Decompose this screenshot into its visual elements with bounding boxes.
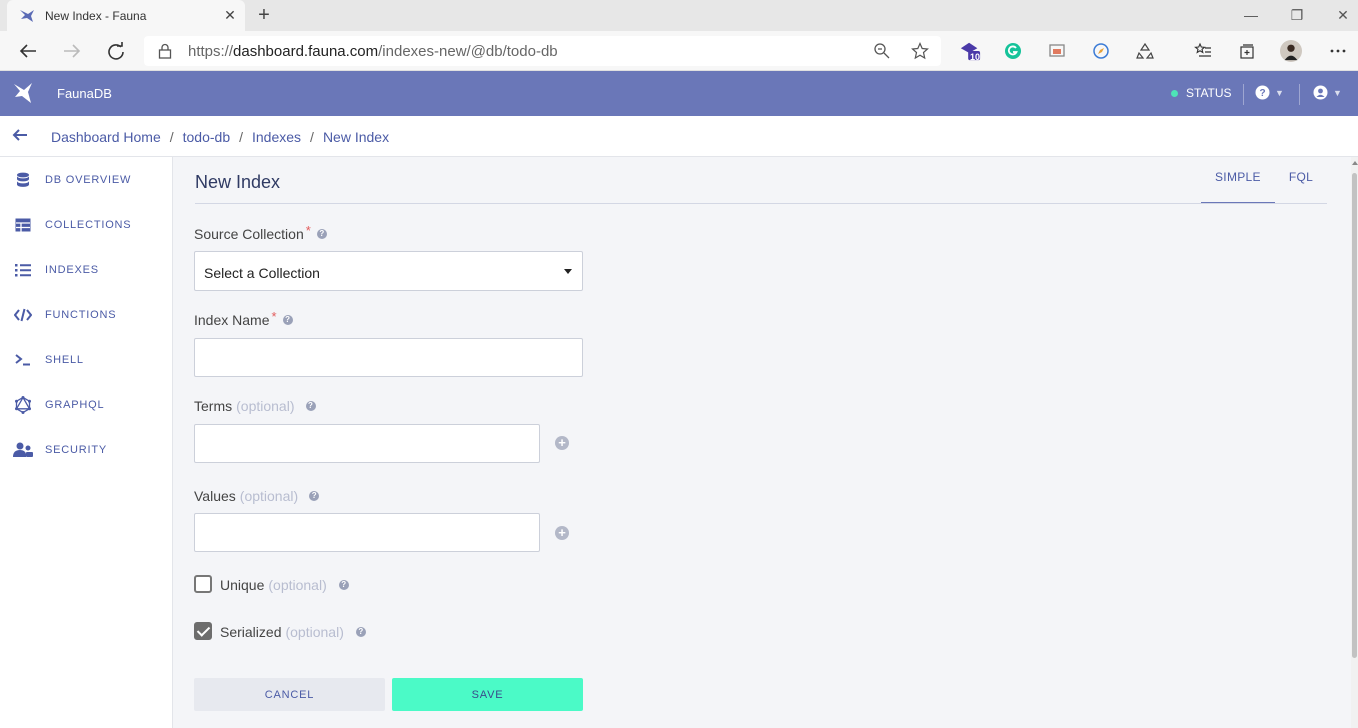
terms-input[interactable] <box>194 424 540 463</box>
close-tab-icon[interactable]: ✕ <box>223 7 237 23</box>
browser-tab-bar: New Index - Fauna ✕ + — ❐ ✕ <box>0 0 1358 31</box>
scrollbar[interactable] <box>1351 157 1358 728</box>
source-collection-label: Source Collection *? <box>194 223 327 242</box>
divider <box>195 203 1327 204</box>
help-icon[interactable]: ? <box>305 401 316 411</box>
breadcrumb-indexes[interactable]: Indexes <box>252 129 301 145</box>
sidebar-item-security[interactable]: SECURITY <box>0 427 172 472</box>
code-icon <box>13 305 33 325</box>
add-term-icon[interactable]: + <box>555 436 569 450</box>
help-icon[interactable]: ? <box>355 627 366 637</box>
help-icon: ? <box>1255 85 1270 100</box>
zoom-icon[interactable] <box>873 42 891 65</box>
terms-label: Terms (optional)? <box>194 398 316 414</box>
sidebar-item-functions[interactable]: FUNCTIONS <box>0 292 172 337</box>
users-icon <box>13 440 33 460</box>
restore-icon[interactable]: ❐ <box>1274 4 1320 26</box>
table-icon <box>13 215 33 235</box>
scroll-up-icon[interactable] <box>1352 161 1358 165</box>
terminal-icon <box>13 350 33 370</box>
tab-title: New Index - Fauna <box>45 8 147 23</box>
sidebar-item-shell[interactable]: SHELL <box>0 337 172 382</box>
refresh-icon[interactable] <box>104 39 128 63</box>
sidebar-item-db-overview[interactable]: DB OVERVIEW <box>0 157 172 202</box>
sidebar-item-indexes[interactable]: INDEXES <box>0 247 172 292</box>
serialized-label: Serialized (optional)? <box>220 624 366 640</box>
profile-avatar[interactable] <box>1280 40 1302 62</box>
extension-badge-icon[interactable]: 10 <box>959 40 981 62</box>
index-name-input[interactable] <box>194 338 583 377</box>
close-window-icon[interactable]: ✕ <box>1320 4 1358 26</box>
brand-name: FaunaDB <box>57 86 112 101</box>
new-tab-icon[interactable]: + <box>253 4 275 26</box>
tab-fql[interactable]: FQL <box>1275 157 1327 204</box>
user-menu[interactable]: ▼ <box>1313 85 1342 100</box>
help-icon[interactable]: ? <box>316 229 327 239</box>
save-button[interactable]: SAVE <box>392 678 583 711</box>
serialized-checkbox[interactable] <box>194 622 212 640</box>
favorites-list-icon[interactable] <box>1192 40 1214 62</box>
divider <box>1299 84 1300 105</box>
minimize-icon[interactable]: — <box>1228 4 1274 26</box>
compass-extension-icon[interactable] <box>1090 40 1112 62</box>
list-icon <box>13 260 33 280</box>
svg-text:?: ? <box>1259 88 1265 99</box>
database-icon <box>13 170 33 190</box>
unique-checkbox[interactable] <box>194 575 212 593</box>
address-bar[interactable]: https://dashboard.fauna.com/indexes-new/… <box>144 36 941 66</box>
cancel-button[interactable]: CANCEL <box>194 678 385 711</box>
browser-toolbar: https://dashboard.fauna.com/indexes-new/… <box>0 31 1358 71</box>
collections-icon[interactable] <box>1236 40 1258 62</box>
status-dot-icon <box>1171 89 1178 97</box>
breadcrumb-bar: Dashboard Home / todo-db / Indexes / New… <box>0 116 1358 157</box>
help-menu[interactable]: ? ▼ <box>1255 85 1284 100</box>
forward-icon[interactable] <box>60 39 84 63</box>
main-content: New Index SIMPLE FQL Source Collection *?… <box>173 157 1358 728</box>
grammarly-icon[interactable] <box>1002 40 1024 62</box>
user-icon <box>1313 85 1328 100</box>
scrollbar-thumb[interactable] <box>1352 173 1357 658</box>
help-icon[interactable]: ? <box>282 315 293 325</box>
source-collection-select[interactable]: Select a Collection <box>194 251 583 291</box>
chevron-down-icon: ▼ <box>1333 87 1342 98</box>
tab-simple[interactable]: SIMPLE <box>1201 157 1275 204</box>
favorite-star-icon[interactable] <box>911 42 929 65</box>
sidebar: DB OVERVIEW COLLECTIONS INDEXES FUNCTION… <box>0 157 173 728</box>
values-input[interactable] <box>194 513 540 552</box>
breadcrumb-current: New Index <box>322 129 390 145</box>
cast-icon[interactable] <box>1046 40 1068 62</box>
help-icon[interactable]: ? <box>309 491 320 501</box>
sidebar-item-graphql[interactable]: GRAPHQL <box>0 382 172 427</box>
sidebar-item-collections[interactable]: COLLECTIONS <box>0 202 172 247</box>
page-title: New Index <box>195 172 281 192</box>
back-icon[interactable] <box>16 39 40 63</box>
url-text: https://dashboard.fauna.com/indexes-new/… <box>188 43 558 60</box>
graphql-icon <box>13 395 33 415</box>
add-value-icon[interactable]: + <box>555 526 569 540</box>
editor-mode-tabs: SIMPLE FQL <box>1201 157 1327 204</box>
breadcrumb-database[interactable]: todo-db <box>183 129 230 145</box>
values-label: Values (optional)? <box>194 488 320 504</box>
app-header: FaunaDB STATUS ? ▼ ▼ <box>0 71 1358 116</box>
browser-tab[interactable]: New Index - Fauna ✕ <box>7 0 245 31</box>
more-menu-icon[interactable] <box>1327 40 1349 62</box>
chevron-down-icon: ▼ <box>1275 87 1284 98</box>
divider <box>1243 84 1244 105</box>
caret-down-icon <box>564 269 572 274</box>
breadcrumb-dashboard-home[interactable]: Dashboard Home <box>51 129 161 145</box>
lock-icon <box>158 43 172 64</box>
breadcrumb: Dashboard Home / todo-db / Indexes / New… <box>51 129 390 145</box>
index-name-label: Index Name *? <box>194 309 293 328</box>
fauna-bird-icon <box>19 8 35 24</box>
back-arrow-icon[interactable] <box>12 128 28 147</box>
unique-label: Unique (optional)? <box>220 577 349 593</box>
status-link[interactable]: STATUS <box>1171 86 1232 100</box>
recycle-icon[interactable] <box>1134 40 1156 62</box>
help-icon[interactable]: ? <box>338 580 349 590</box>
extension-badge-count: 10 <box>970 52 981 62</box>
fauna-logo-icon[interactable] <box>12 82 34 109</box>
